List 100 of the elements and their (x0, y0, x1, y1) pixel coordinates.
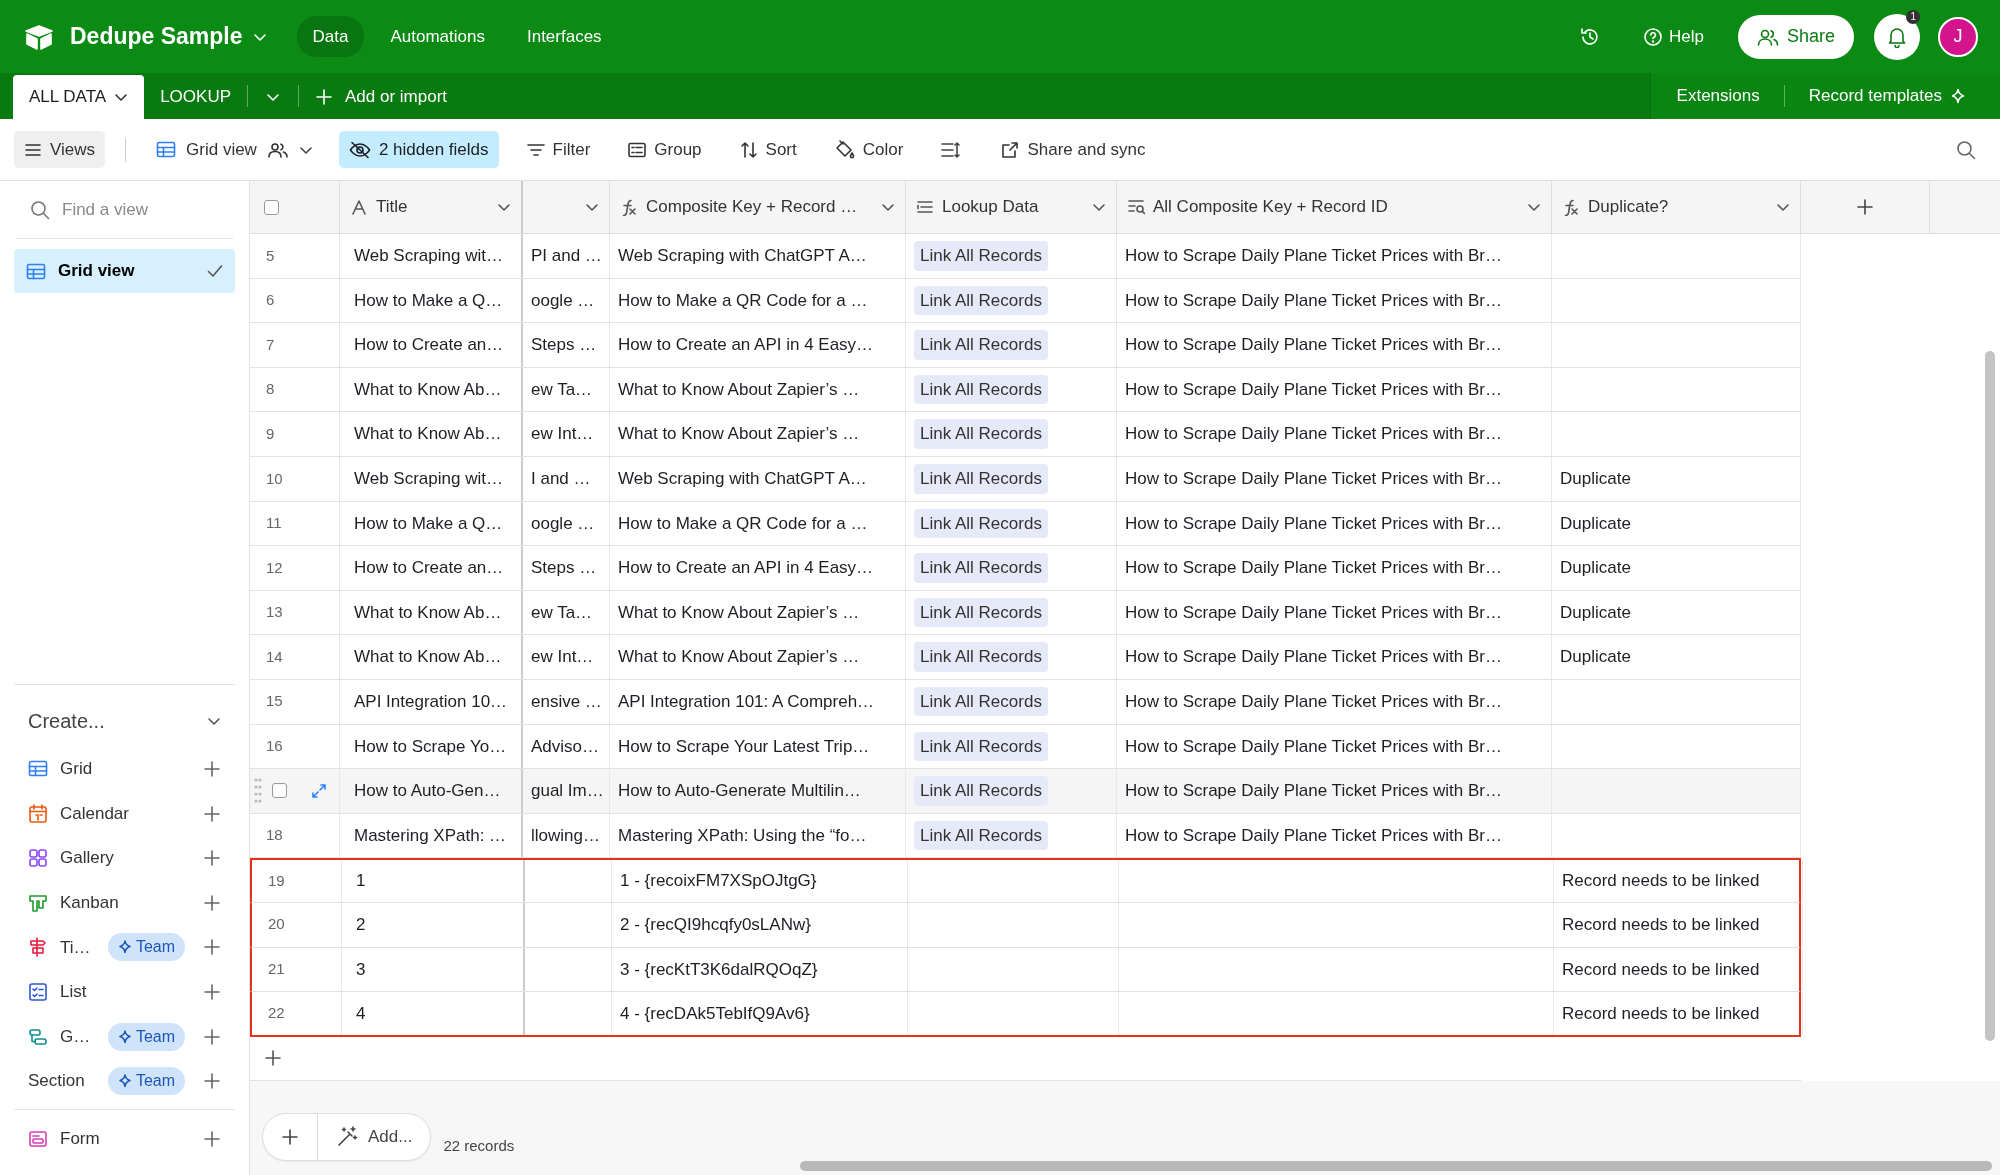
avatar[interactable]: J (1938, 16, 1978, 57)
vertical-scrollbar[interactable] (1985, 351, 1995, 1041)
row-checkbox[interactable] (272, 783, 287, 799)
table-row[interactable]: 11 How to Make a Q… oogle … How to Make a QR Code for a … Link All Records How to Scrape Daily Plane Ticket Prices with Br… Duplicate (250, 501, 1801, 547)
record-templates-button[interactable]: Record templates (1792, 74, 1982, 118)
filter-icon (526, 142, 545, 157)
add-view-icon[interactable] (203, 849, 221, 868)
table-tab[interactable]: LOOKUP (144, 75, 247, 119)
table-cell-text: 1 - {recoixFM7XSpOJtgG} (620, 870, 817, 893)
row-number: 11 (266, 513, 282, 534)
table-row[interactable]: 7 How to Create an… Steps … How to Create an API in 4 Easy… Link All Records How to Scrape Daily Plane Ticket Prices with Br… (250, 323, 1801, 368)
linked-record-chip[interactable]: Link All Records (914, 731, 1048, 762)
table-row[interactable]: 10 Web Scraping wit… I and … Web Scraping with ChatGPT A… Link All Records How to Scrape Daily Plane Ticket Prices with Br… Duplicate (250, 456, 1801, 502)
column-header[interactable]: Duplicate? (1552, 181, 1801, 233)
nav-tab[interactable]: Automations (374, 15, 501, 58)
hidden-eye-icon (348, 140, 371, 159)
table-row[interactable]: 9 What to Know Ab… ew Int… What to Know About Zapier’s … Link All Records How to Scrape Daily Plane Ticket Prices with Br… (250, 412, 1801, 457)
nav-tab[interactable]: Interfaces (510, 15, 618, 58)
linked-record-chip[interactable]: Link All Records (914, 776, 1048, 806)
table-cell-text: Duplicate (1560, 512, 1631, 535)
history-icon[interactable] (1579, 25, 1601, 48)
add-row-icon[interactable] (264, 1049, 282, 1068)
add-view-icon[interactable] (203, 759, 221, 778)
linked-record-chip[interactable]: Link All Records (914, 285, 1048, 316)
add-view-icon[interactable] (203, 1027, 221, 1046)
table-row[interactable]: 15 API Integration 10… ensive … API Integration 101: A Compreh… Link All Records How to Scrape Daily Plane Ticket Prices with Br… (250, 679, 1801, 725)
table-row[interactable]: How to Auto-Gen… gual Im… How to Auto-Generate Multilin… Link All Records How to Scrape Daily Plane Ticket Prices with Br… (250, 769, 1801, 814)
table-cell-text: How to Create an… (354, 557, 504, 580)
table-row[interactable]: 22 4 4 - {recDAk5TebIfQ9Av6} Record needs to be linked (250, 992, 1801, 1037)
notifications-button[interactable] (1874, 13, 1920, 60)
add-view-icon[interactable] (203, 938, 221, 957)
hidden-fields-button[interactable]: 2 hidden fields (338, 130, 499, 169)
linked-record-chip[interactable]: Link All Records (914, 241, 1048, 271)
linked-record-chip[interactable]: Link All Records (914, 330, 1048, 360)
plan-badge: Team (107, 933, 185, 962)
table-tab[interactable]: ALL DATA (13, 75, 145, 119)
table-row[interactable]: 12 How to Create an… Steps … How to Create an API in 4 Easy… Link All Records How to Scrape Daily Plane Ticket Prices with Br… Duplicate (250, 546, 1801, 591)
table-cell-text: What to Know Ab… (354, 601, 502, 624)
table-cell-text: How to Scrape Your Latest Trip… (618, 735, 870, 758)
views-button[interactable]: Views (14, 130, 106, 169)
table-row[interactable]: 18 Mastering XPath: … llowing… Mastering XPath: Using the “fo… Link All Records How to Scrape Daily Plane Ticket Prices with Br… (250, 813, 1801, 859)
table-row[interactable]: 8 What to Know Ab… ew Ta… What to Know About Zapier’s … Link All Records How to Scrape Daily Plane Ticket Prices with Br… (250, 367, 1801, 413)
table-cell-text: How to Scrape Daily Plane Ticket Prices with Br… (1125, 735, 1502, 758)
linked-record-chip[interactable]: Link All Records (914, 508, 1048, 539)
linked-record-chip[interactable]: Link All Records (914, 642, 1048, 672)
sparkle-icon (117, 1074, 132, 1089)
add-view-icon[interactable] (203, 804, 221, 823)
extensions-button[interactable]: Extensions (1660, 74, 1776, 118)
add-view-icon[interactable] (203, 1072, 221, 1091)
group-button[interactable]: Group (618, 130, 712, 169)
linked-record-chip[interactable]: Link All Records (914, 419, 1048, 449)
create-view-label: Form (60, 1127, 100, 1150)
table-row[interactable]: 6 How to Make a Q… oogle … How to Make a QR Code for a … Link All Records How to Scrape Daily Plane Ticket Prices with Br… (250, 278, 1801, 324)
table-cell-text: gual Im… (531, 780, 604, 803)
share-button[interactable]: Share (1737, 14, 1854, 59)
table-cell-text: How to Auto-Gen… (354, 780, 501, 803)
table-row[interactable]: 19 1 1 - {recoixFM7XSpOJtgG} Record needs to be linked (250, 858, 1801, 903)
view-search-field[interactable]: Find a view (60, 195, 210, 224)
add-view-icon[interactable] (203, 1129, 221, 1148)
linked-record-chip[interactable]: Link All Records (914, 820, 1048, 851)
add-or-import-button[interactable]: Add or import (299, 75, 464, 119)
create-view-label: Grid (60, 758, 93, 781)
table-row[interactable]: 20 2 2 - {recQI9hcqfy0sLANw} Record needs to be linked (250, 902, 1801, 948)
horizontal-scrollbar[interactable] (800, 1161, 1992, 1171)
column-header[interactable]: Lookup Data (906, 181, 1117, 233)
filter-button[interactable]: Filter (516, 130, 601, 169)
table-cell-text: What to Know Ab… (354, 378, 502, 401)
table-cell-text: How to Scrape Daily Plane Ticket Prices with Br… (1125, 557, 1502, 580)
checklist-icon (28, 981, 48, 1002)
sparkle-icon (1950, 88, 1966, 104)
add-field-icon[interactable] (1856, 198, 1874, 216)
record-count: 22 records (443, 1135, 515, 1156)
expand-icon[interactable] (311, 782, 327, 799)
add-view-icon[interactable] (203, 982, 221, 1001)
linked-record-chip[interactable]: Link All Records (914, 464, 1048, 494)
select-all-checkbox[interactable] (264, 199, 279, 215)
table-row[interactable]: 5 Web Scraping wit… PI and … Web Scraping with ChatGPT A… Link All Records How to Scrape Daily Plane Ticket Prices with Br… (250, 234, 1801, 279)
linked-record-chip[interactable]: Link All Records (914, 374, 1048, 405)
table-cell-text: ensive … (531, 691, 602, 713)
table-row[interactable]: 14 What to Know Ab… ew Int… What to Know About Zapier’s … Link All Records How to Scrape Daily Plane Ticket Prices with Br… Duplicate (250, 635, 1801, 680)
linked-record-chip[interactable]: Link All Records (914, 597, 1048, 628)
sidebar-view-item[interactable]: Grid view (14, 249, 235, 293)
column-header[interactable]: All Composite Key + Record ID (1117, 181, 1552, 233)
row-height-icon[interactable] (941, 140, 962, 159)
add-view-icon[interactable] (203, 893, 221, 912)
search-icon[interactable] (1956, 139, 1976, 160)
table-row[interactable]: 21 3 3 - {recKtT3K6dalRQOqZ} Record needs to be linked (250, 947, 1801, 993)
sort-button[interactable]: Sort (729, 130, 807, 169)
column-header[interactable]: Composite Key + Record … (610, 181, 906, 233)
linked-record-chip[interactable]: Link All Records (914, 687, 1048, 717)
help-button[interactable]: Help (1627, 15, 1720, 58)
table-cell-text: llowing… (531, 824, 600, 847)
table-cell-text: ew Ta… (531, 378, 593, 401)
table-row[interactable]: 13 What to Know Ab… ew Ta… What to Know About Zapier’s … Link All Records How to Scrape Daily Plane Ticket Prices with Br… Duplicate (250, 590, 1801, 636)
share-button[interactable]: Share and sync (991, 130, 1156, 169)
linked-record-chip[interactable]: Link All Records (914, 553, 1048, 583)
table-row[interactable]: 16 How to Scrape Yo… Adviso… How to Scrape Your Latest Trip… Link All Records How to Scrape Daily Plane Ticket Prices with Br… (250, 724, 1801, 770)
nav-tab[interactable]: Data (296, 15, 365, 58)
color-button[interactable]: Color (824, 130, 914, 169)
view-switcher-button[interactable]: Grid view (146, 130, 323, 169)
